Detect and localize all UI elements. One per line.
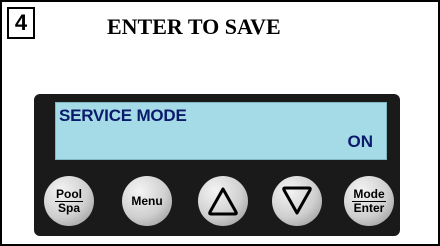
menu-label: Menu [131,194,163,208]
instruction-frame: 4 ENTER TO SAVE SERVICE MODE ON Pool Spa… [0,0,440,246]
up-button[interactable] [198,176,248,226]
spa-label: Spa [57,200,80,215]
control-panel: SERVICE MODE ON Pool Spa Menu Mode Enter [34,94,400,236]
up-triangle-icon [207,186,239,216]
enter-label: Enter [353,200,385,215]
pool-spa-label: Pool Spa [55,186,83,215]
down-triangle-icon [281,186,313,216]
mode-label: Mode [352,186,386,202]
mode-enter-label: Mode Enter [352,186,386,215]
page-title: ENTER TO SAVE [107,14,281,39]
pool-spa-button[interactable]: Pool Spa [44,176,94,226]
step-number: 4 [7,7,35,39]
pool-label: Pool [55,186,83,202]
lcd-display: SERVICE MODE ON [55,102,387,160]
menu-button[interactable]: Menu [122,176,172,226]
mode-enter-button[interactable]: Mode Enter [344,176,394,226]
lcd-line-1: SERVICE MODE [59,106,187,125]
down-button[interactable] [272,176,322,226]
lcd-line-2: ON [347,132,374,151]
